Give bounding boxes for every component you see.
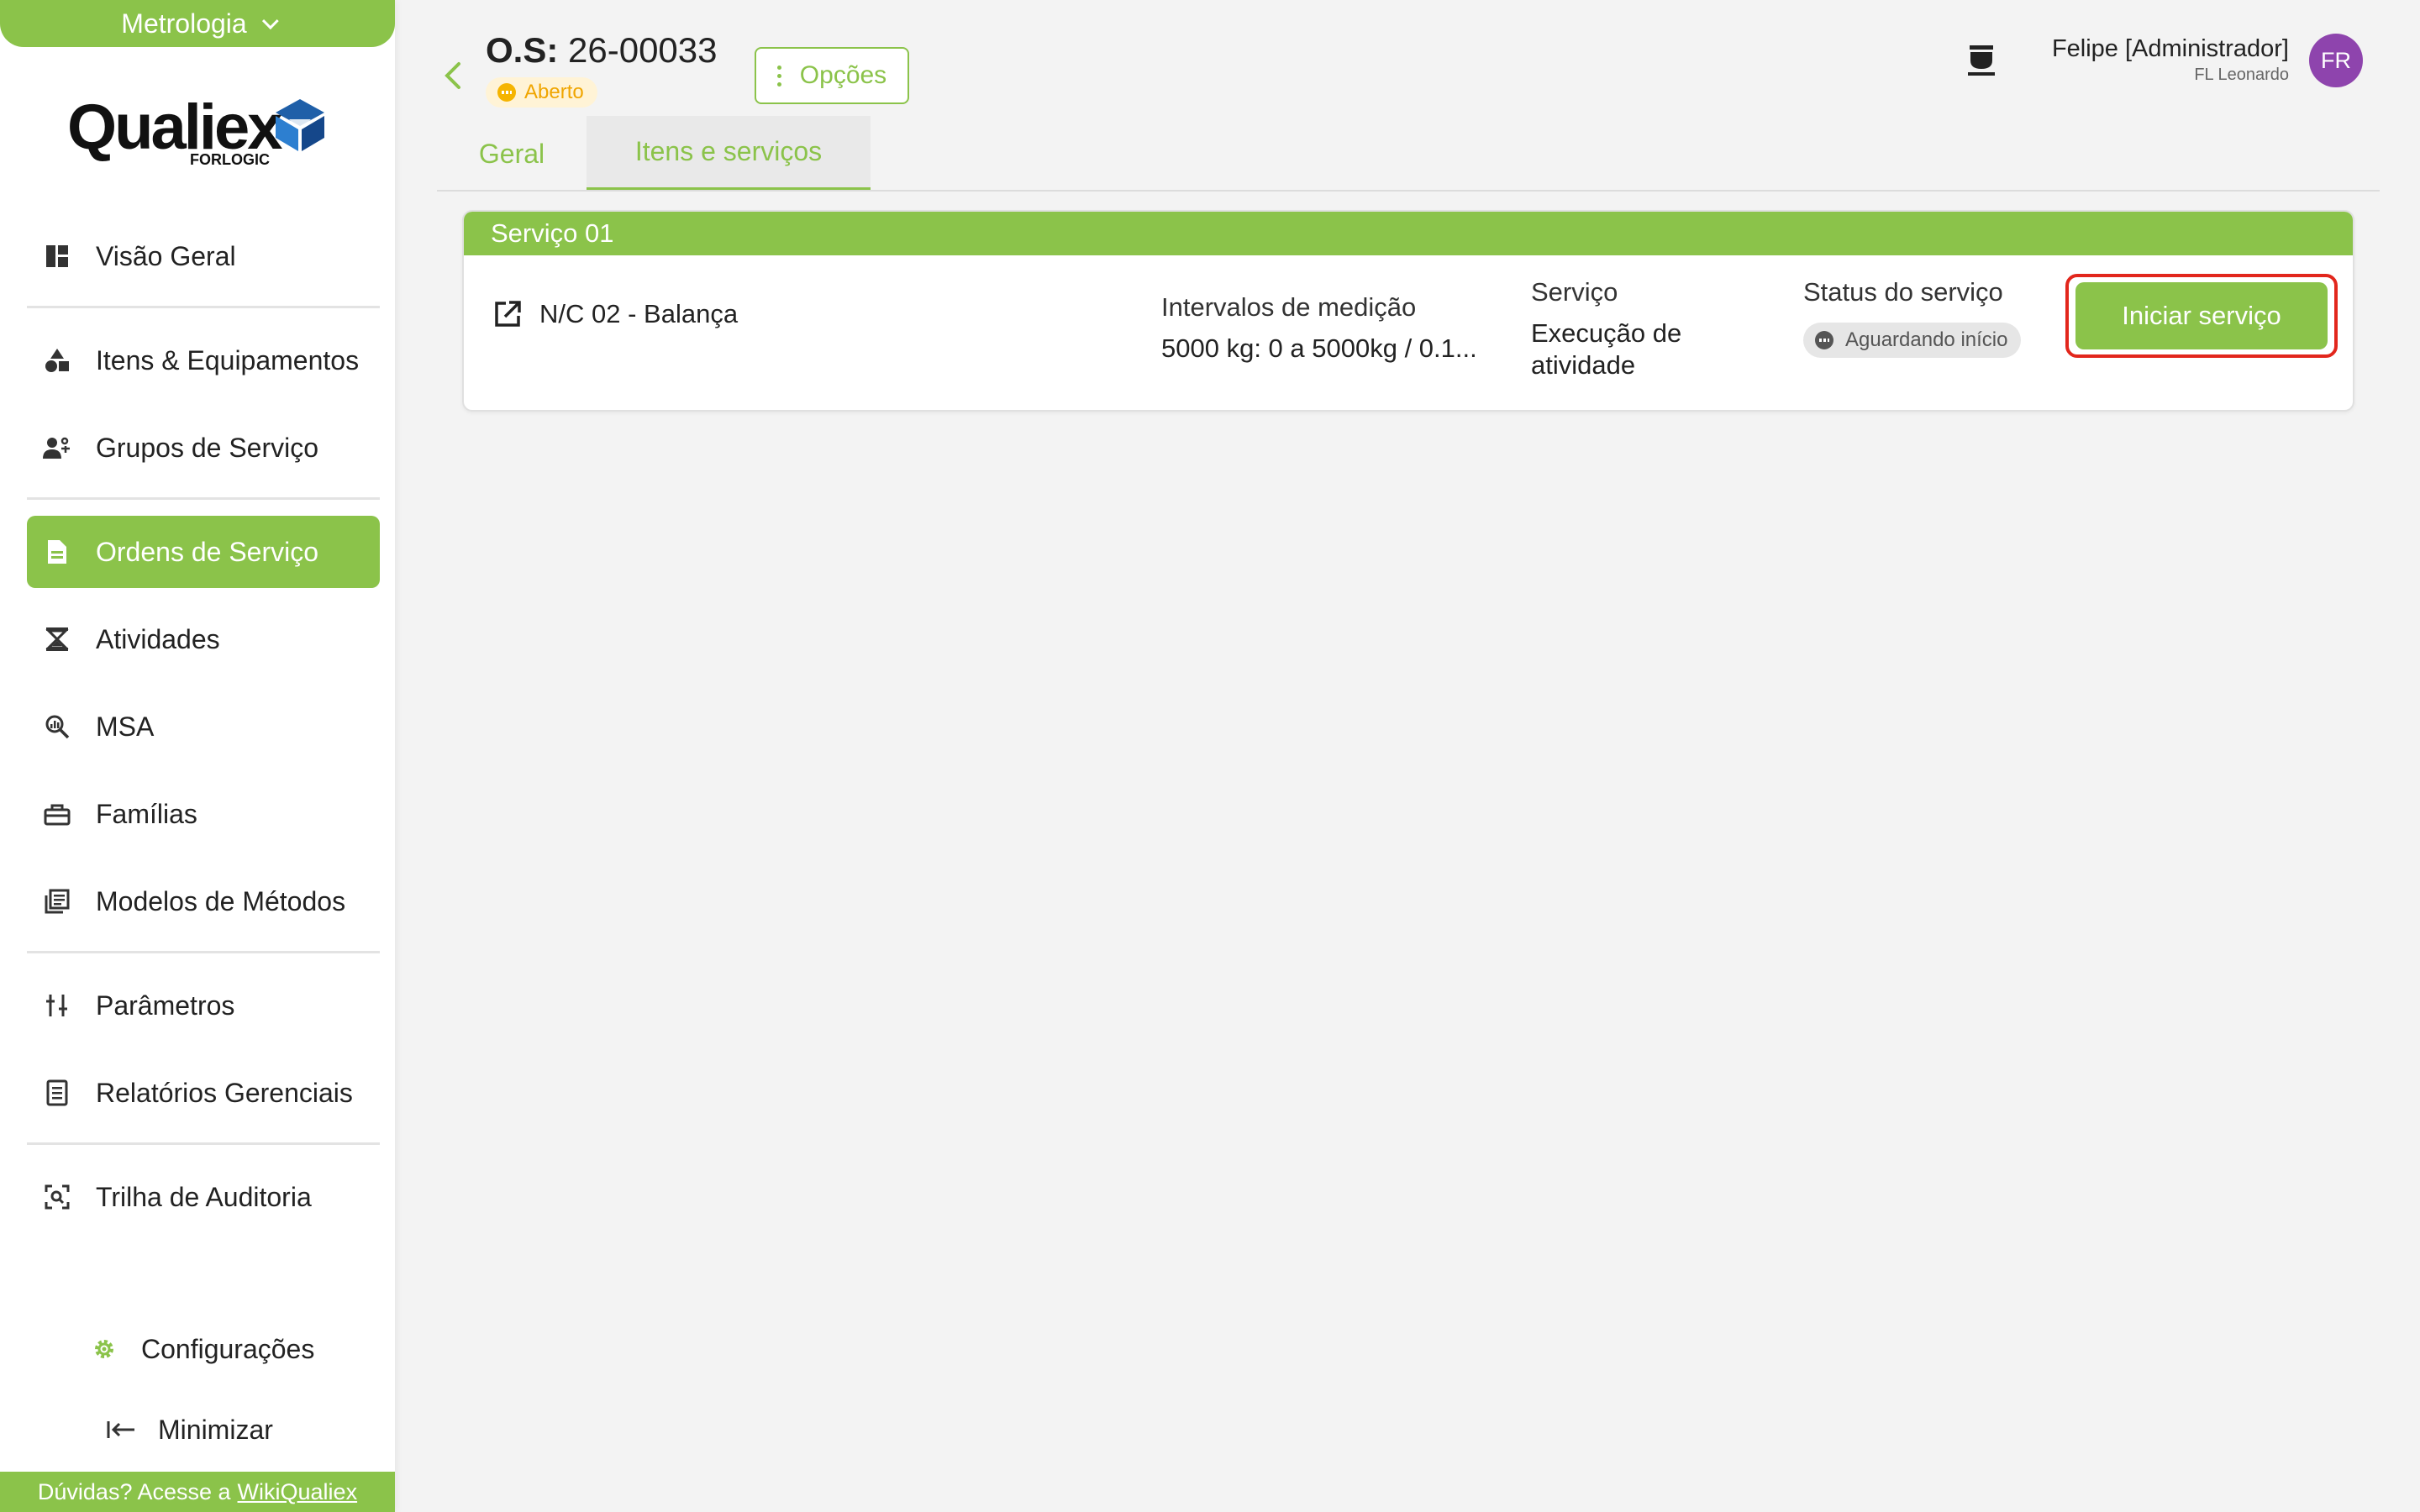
tab-itens-servicos[interactable]: Itens e serviços [587, 116, 871, 192]
options-label: Opções [799, 61, 887, 89]
item-link[interactable]: N/C 02 - Balança [492, 299, 738, 329]
os-number: 26-00033 [568, 30, 718, 70]
sidebar-item-label: Atividades [96, 623, 220, 654]
chevron-left-icon [445, 62, 460, 89]
audit-icon [42, 1182, 72, 1212]
service-card: Serviço 01 N/C 02 - Balança Intervalos d… [462, 210, 2354, 412]
sidebar-divider [27, 951, 380, 953]
sidebar-divider [27, 306, 380, 308]
sidebar-item-ordens-servico[interactable]: Ordens de Serviço [27, 516, 380, 588]
wiki-link[interactable]: WikiQualiex [238, 1479, 358, 1505]
service-type-value: Execução de atividade [1531, 318, 1682, 380]
logo-cube-icon [276, 99, 324, 151]
tabs-divider [437, 190, 2380, 192]
user-name: Felipe [Administrador] [2051, 35, 2289, 62]
magnifier-icon [42, 711, 72, 742]
sidebar-item-familias[interactable]: Famílias [27, 778, 380, 850]
os-prefix: O.S: [486, 30, 559, 70]
service-status-label: Status do serviço [1803, 277, 2003, 307]
sidebar-item-atividades[interactable]: Atividades [27, 603, 380, 675]
status-text: Aberto [524, 81, 584, 103]
chevron-down-icon [261, 13, 279, 30]
sidebar-item-modelos-metodos[interactable]: Modelos de Métodos [27, 865, 380, 937]
dashboard-icon [42, 241, 72, 271]
sidebar-item-label: Modelos de Métodos [96, 885, 346, 916]
sidebar-item-label: Relatórios Gerenciais [96, 1077, 353, 1108]
service-title: Serviço 01 [464, 212, 2353, 255]
back-button[interactable] [440, 59, 464, 92]
minimize-button[interactable]: Minimizar [104, 1404, 273, 1455]
status-badge: Aberto [486, 77, 597, 108]
sidebar-divider [27, 497, 380, 500]
sidebar-item-label: Parâmetros [96, 990, 235, 1021]
avatar[interactable]: FR [2309, 34, 2363, 87]
module-switcher[interactable]: Metrologia [0, 0, 395, 47]
user-organization: FL Leonardo [2194, 66, 2289, 84]
sidebar-item-label: Itens & Equipamentos [96, 344, 360, 375]
sliders-icon [42, 990, 72, 1021]
gear-icon [87, 1332, 121, 1366]
tab-bar: Geral Itens e serviços [437, 116, 871, 192]
open-external-icon [492, 299, 523, 329]
sidebar-item-label: Ordens de Serviço [96, 536, 319, 567]
toolbox-icon [42, 799, 72, 829]
intervals-label: Intervalos de medição [1161, 292, 1417, 322]
page-title: O.S: 26-00033 [486, 30, 718, 71]
sidebar-item-label: Famílias [96, 798, 197, 829]
options-button[interactable]: Opções [755, 47, 909, 104]
intervals-value: 5000 kg: 0 a 5000kg / 0.1... [1161, 333, 1477, 363]
sidebar-item-parametros[interactable]: Parâmetros [27, 969, 380, 1042]
collapse-left-icon [104, 1413, 138, 1446]
sidebar-item-label: Visão Geral [96, 240, 236, 271]
qualiex-logo: Qualiex FORLOGIC [67, 91, 336, 175]
start-service-button[interactable]: Iniciar serviço [2075, 282, 2328, 349]
service-type-label: Serviço [1531, 277, 1618, 307]
service-status-badge: Aguardando início [1803, 323, 2022, 358]
settings-button[interactable]: Configurações [87, 1324, 314, 1374]
shapes-icon [42, 345, 72, 375]
group-icon [42, 433, 72, 463]
service-status-text: Aguardando início [1845, 328, 2008, 351]
sidebar-divider [27, 1142, 380, 1145]
settings-label: Configurações [141, 1333, 315, 1364]
document-icon [42, 537, 72, 567]
module-name: Metrologia [121, 8, 247, 39]
sidebar-item-itens-equipamentos[interactable]: Itens & Equipamentos [27, 324, 380, 396]
logo-sub: FORLOGIC [190, 151, 270, 168]
hourglass-icon [42, 624, 72, 654]
help-text: Dúvidas? Acesse a [37, 1478, 231, 1504]
sidebar-item-relatorios[interactable]: Relatórios Gerenciais [27, 1057, 380, 1129]
sidebar-item-label: MSA [96, 711, 155, 742]
help-bar: Dúvidas? Acesse a WikiQualiex [0, 1472, 395, 1512]
tab-geral[interactable]: Geral [437, 116, 587, 192]
item-name: N/C 02 - Balança [539, 299, 739, 328]
pending-icon [1815, 331, 1833, 349]
pending-icon [497, 83, 516, 102]
sidebar-item-msa[interactable]: MSA [27, 690, 380, 763]
report-icon [42, 1078, 72, 1108]
sidebar-item-grupos-servico[interactable]: Grupos de Serviço [27, 412, 380, 484]
coffee-icon[interactable] [1963, 42, 2000, 79]
sidebar-item-trilha-auditoria[interactable]: Trilha de Auditoria [27, 1161, 380, 1233]
sidebar-item-label: Trilha de Auditoria [96, 1181, 312, 1212]
kebab-menu-icon [776, 65, 781, 87]
sidebar-item-label: Grupos de Serviço [96, 432, 319, 463]
library-icon [42, 886, 72, 916]
minimize-label: Minimizar [158, 1414, 273, 1445]
sidebar-item-visao-geral[interactable]: Visão Geral [27, 220, 380, 292]
sidebar: Metrologia Qualiex FORLOGIC Visão Geral … [0, 0, 395, 1512]
